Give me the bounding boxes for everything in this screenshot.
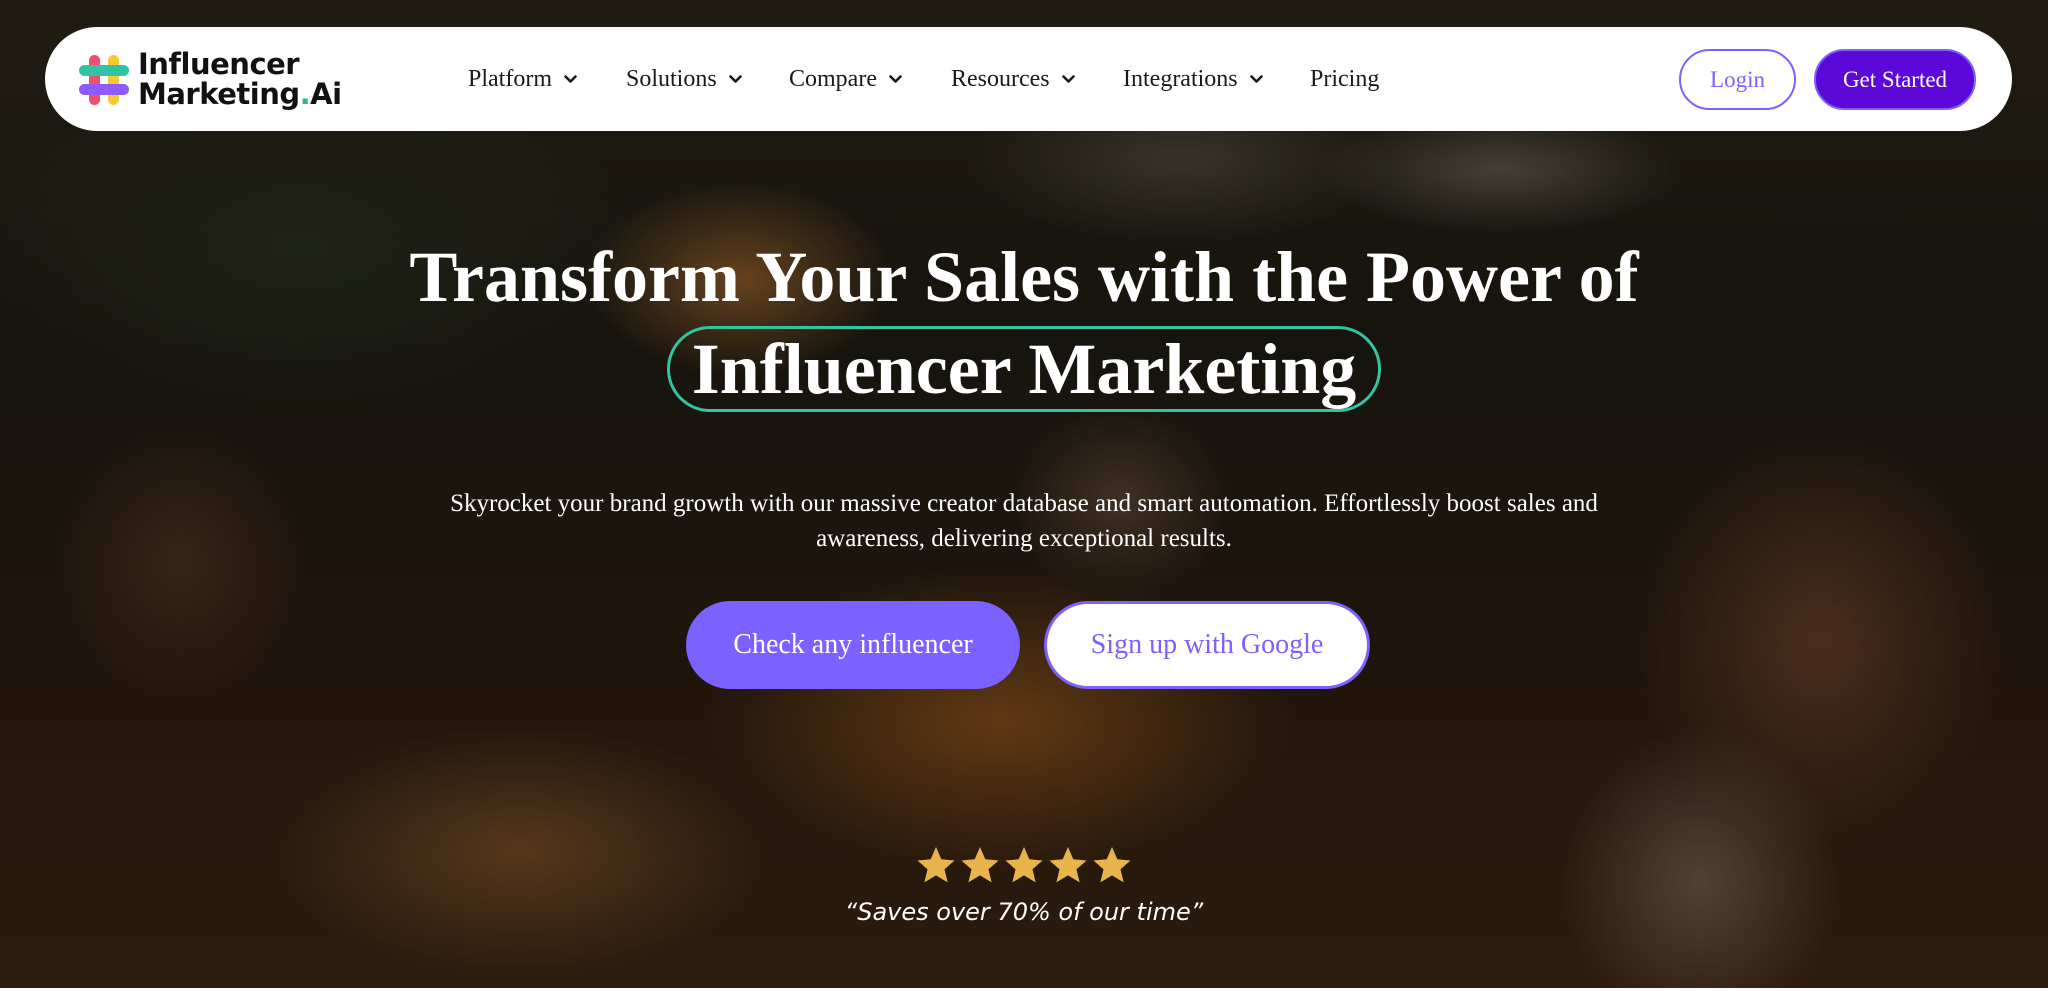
get-started-button[interactable]: Get Started bbox=[1814, 49, 1976, 110]
google-signup-button[interactable]: Sign up with Google bbox=[1044, 601, 1370, 689]
login-button[interactable]: Login bbox=[1679, 49, 1796, 110]
star-icon bbox=[1049, 847, 1087, 883]
star-icon bbox=[1005, 847, 1043, 883]
logo-suffix: Ai bbox=[310, 77, 342, 111]
hero-headline: Transform Your Sales with the Power of bbox=[409, 237, 1639, 317]
rating-stars bbox=[0, 845, 2048, 885]
logo-word-marketing: Marketing bbox=[138, 77, 300, 111]
hero-highlight-pill: Influencer Marketing bbox=[666, 326, 1382, 412]
chevron-down-icon bbox=[564, 74, 577, 83]
brand-logo[interactable]: Influencer Marketing.Ai bbox=[77, 49, 342, 109]
brand-logo-text: Influencer Marketing.Ai bbox=[138, 49, 342, 109]
star-icon bbox=[961, 847, 999, 883]
chevron-down-icon bbox=[889, 74, 902, 83]
chevron-down-icon bbox=[728, 74, 742, 83]
nav-item-integrations[interactable]: Integrations bbox=[1123, 61, 1263, 97]
logo-line-2: Marketing.Ai bbox=[138, 79, 342, 109]
check-influencer-button[interactable]: Check any influencer bbox=[686, 601, 1020, 689]
nav-item-label: Pricing bbox=[1310, 65, 1380, 92]
nav-item-label: Solutions bbox=[626, 65, 717, 92]
nav-item-resources[interactable]: Resources bbox=[951, 61, 1075, 97]
hero-highlight-wrapper: Influencer Marketing bbox=[0, 326, 2048, 412]
nav-item-pricing[interactable]: Pricing bbox=[1310, 61, 1379, 97]
star-icon bbox=[1093, 847, 1131, 883]
hero-subtext: Skyrocket your brand growth with our mas… bbox=[450, 490, 1598, 552]
chevron-down-icon bbox=[1061, 74, 1075, 83]
nav-item-label: Resources bbox=[951, 65, 1050, 92]
chevron-down-icon bbox=[1249, 74, 1263, 83]
nav-item-label: Compare bbox=[789, 65, 877, 92]
logo-dot: . bbox=[299, 77, 311, 111]
nav-item-label: Integrations bbox=[1123, 65, 1238, 92]
star-icon bbox=[917, 847, 955, 883]
logo-line-1: Influencer bbox=[138, 47, 300, 81]
top-navbar: Influencer Marketing.Ai Platform Solutio… bbox=[45, 27, 2012, 131]
nav-item-platform[interactable]: Platform bbox=[468, 61, 577, 97]
nav-item-compare[interactable]: Compare bbox=[789, 61, 902, 97]
hashtag-logo-icon bbox=[79, 55, 129, 105]
nav-item-label: Platform bbox=[468, 65, 552, 92]
nav-item-solutions[interactable]: Solutions bbox=[626, 61, 742, 97]
testimonial-quote: “Saves over 70% of our time” bbox=[844, 898, 1204, 926]
